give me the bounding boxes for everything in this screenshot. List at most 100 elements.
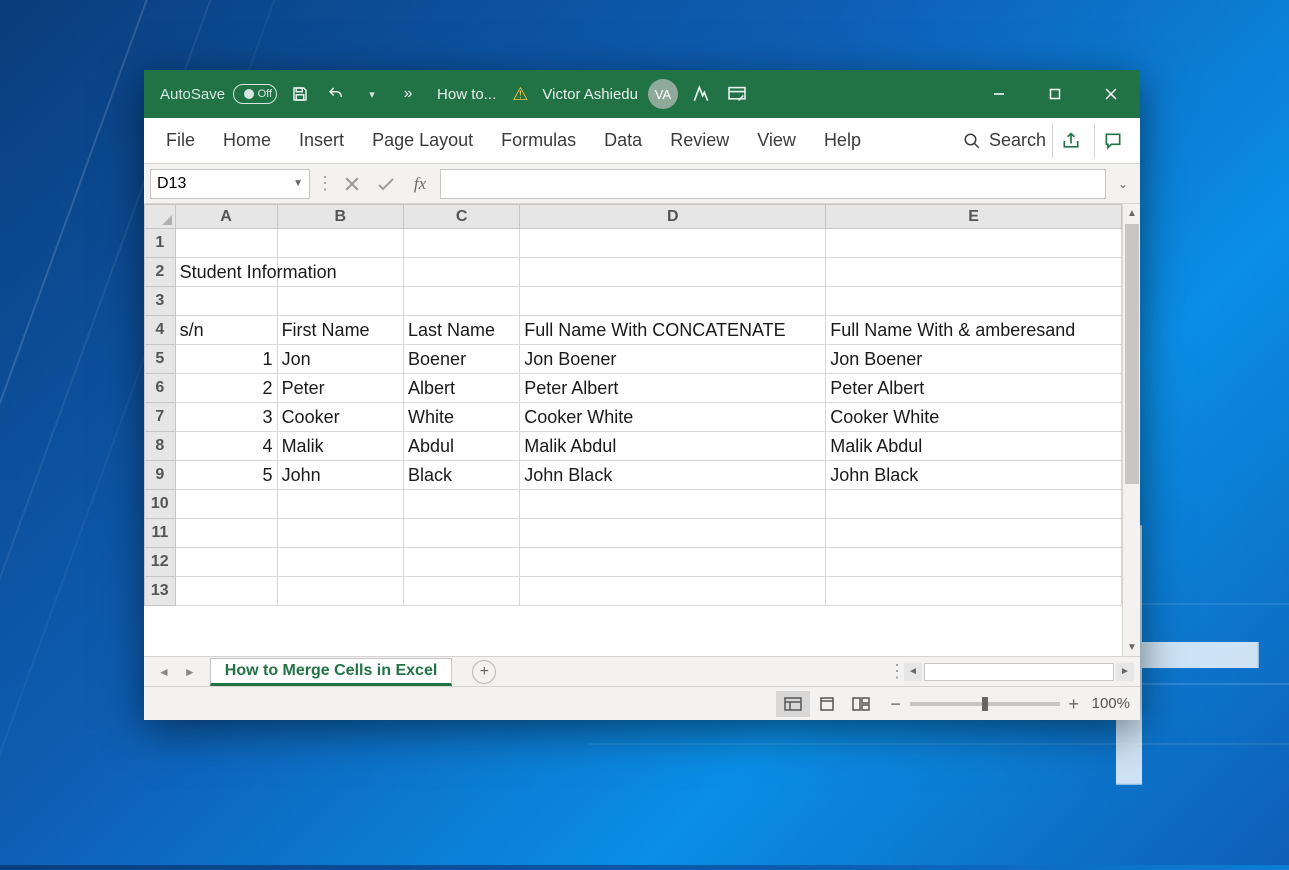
cell-C2[interactable]: [404, 258, 520, 287]
column-header-D[interactable]: D: [520, 205, 826, 229]
row-header-12[interactable]: 12: [145, 548, 176, 577]
cell-C5[interactable]: Boener: [404, 345, 520, 374]
autosave-switch[interactable]: Off: [233, 84, 277, 104]
cell-E12[interactable]: [826, 548, 1122, 577]
row-header-3[interactable]: 3: [145, 287, 176, 316]
hscroll-track[interactable]: [924, 663, 1114, 681]
warning-icon[interactable]: ⚠: [512, 84, 528, 105]
cell-D6[interactable]: Peter Albert: [520, 374, 826, 403]
tab-review[interactable]: Review: [658, 124, 741, 157]
cell-E3[interactable]: [826, 287, 1122, 316]
hscroll-left-icon[interactable]: ◄: [904, 663, 922, 681]
cell-B13[interactable]: [277, 577, 403, 606]
cell-C7[interactable]: White: [404, 403, 520, 432]
zoom-thumb[interactable]: [982, 697, 988, 711]
cell-C12[interactable]: [404, 548, 520, 577]
name-box-dropdown-icon[interactable]: ▼: [293, 178, 303, 189]
hscroll-right-icon[interactable]: ►: [1116, 663, 1134, 681]
cell-A3[interactable]: [175, 287, 277, 316]
row-header-11[interactable]: 11: [145, 519, 176, 548]
cell-E4[interactable]: Full Name With & amberesand: [826, 316, 1122, 345]
zoom-in-button[interactable]: +: [1066, 695, 1082, 713]
cell-E10[interactable]: [826, 490, 1122, 519]
row-header-8[interactable]: 8: [145, 432, 176, 461]
tab-data[interactable]: Data: [592, 124, 654, 157]
cell-A12[interactable]: [175, 548, 277, 577]
cell-A1[interactable]: [175, 229, 277, 258]
tab-split-icon[interactable]: ⋮: [888, 661, 904, 682]
cell-C8[interactable]: Abdul: [404, 432, 520, 461]
cell-A13[interactable]: [175, 577, 277, 606]
page-break-view-button[interactable]: [844, 691, 878, 717]
cell-C6[interactable]: Albert: [404, 374, 520, 403]
normal-view-button[interactable]: [776, 691, 810, 717]
cell-A2[interactable]: Student Information: [175, 258, 277, 287]
row-header-9[interactable]: 9: [145, 461, 176, 490]
column-header-A[interactable]: A: [175, 205, 277, 229]
insert-function-icon[interactable]: fx: [406, 169, 434, 199]
autosave-toggle[interactable]: AutoSave Off: [160, 84, 277, 104]
display-options-icon[interactable]: [724, 81, 750, 107]
cell-E11[interactable]: [826, 519, 1122, 548]
cell-B9[interactable]: John: [277, 461, 403, 490]
scroll-up-icon[interactable]: ▲: [1123, 204, 1140, 222]
cell-D11[interactable]: [520, 519, 826, 548]
tab-page-layout[interactable]: Page Layout: [360, 124, 485, 157]
zoom-slider[interactable]: [910, 702, 1060, 706]
cell-D5[interactable]: Jon Boener: [520, 345, 826, 374]
row-header-2[interactable]: 2: [145, 258, 176, 287]
cell-C9[interactable]: Black: [404, 461, 520, 490]
cell-C10[interactable]: [404, 490, 520, 519]
zoom-control[interactable]: − +: [888, 695, 1082, 713]
share-button[interactable]: [1052, 124, 1088, 158]
zoom-level[interactable]: 100%: [1092, 695, 1130, 712]
cell-E6[interactable]: Peter Albert: [826, 374, 1122, 403]
close-button[interactable]: [1088, 70, 1134, 118]
undo-chevron-icon[interactable]: ▾: [359, 81, 385, 107]
cell-D8[interactable]: Malik Abdul: [520, 432, 826, 461]
worksheet[interactable]: ABCDE12Student Information34s/nFirst Nam…: [144, 204, 1122, 656]
sheet-next-icon[interactable]: ►: [184, 665, 196, 679]
cell-C3[interactable]: [404, 287, 520, 316]
cell-D10[interactable]: [520, 490, 826, 519]
cell-E9[interactable]: John Black: [826, 461, 1122, 490]
cell-C11[interactable]: [404, 519, 520, 548]
user-avatar[interactable]: VA: [648, 79, 678, 109]
scroll-thumb[interactable]: [1125, 224, 1139, 484]
column-header-C[interactable]: C: [404, 205, 520, 229]
cell-E13[interactable]: [826, 577, 1122, 606]
cell-B8[interactable]: Malik: [277, 432, 403, 461]
column-header-E[interactable]: E: [826, 205, 1122, 229]
tab-view[interactable]: View: [745, 124, 808, 157]
row-header-13[interactable]: 13: [145, 577, 176, 606]
coming-soon-icon[interactable]: [688, 81, 714, 107]
cell-D9[interactable]: John Black: [520, 461, 826, 490]
maximize-button[interactable]: [1032, 70, 1078, 118]
enter-formula-icon[interactable]: [372, 169, 400, 199]
cell-A7[interactable]: 3: [175, 403, 277, 432]
tab-formulas[interactable]: Formulas: [489, 124, 588, 157]
cell-B11[interactable]: [277, 519, 403, 548]
comments-button[interactable]: [1094, 124, 1130, 158]
cell-A9[interactable]: 5: [175, 461, 277, 490]
row-header-1[interactable]: 1: [145, 229, 176, 258]
tab-insert[interactable]: Insert: [287, 124, 356, 157]
cell-A8[interactable]: 4: [175, 432, 277, 461]
column-header-B[interactable]: B: [277, 205, 403, 229]
save-icon[interactable]: [287, 81, 313, 107]
row-header-7[interactable]: 7: [145, 403, 176, 432]
new-sheet-button[interactable]: +: [472, 660, 496, 684]
horizontal-scrollbar[interactable]: ◄ ►: [904, 663, 1140, 681]
cell-B6[interactable]: Peter: [277, 374, 403, 403]
scroll-down-icon[interactable]: ▼: [1123, 638, 1140, 656]
tab-home[interactable]: Home: [211, 124, 283, 157]
cell-B7[interactable]: Cooker: [277, 403, 403, 432]
cell-D2[interactable]: [520, 258, 826, 287]
cell-D12[interactable]: [520, 548, 826, 577]
cell-B10[interactable]: [277, 490, 403, 519]
cell-E5[interactable]: Jon Boener: [826, 345, 1122, 374]
cell-A10[interactable]: [175, 490, 277, 519]
undo-icon[interactable]: [323, 81, 349, 107]
row-header-6[interactable]: 6: [145, 374, 176, 403]
user-name[interactable]: Victor Ashiedu: [542, 86, 638, 103]
